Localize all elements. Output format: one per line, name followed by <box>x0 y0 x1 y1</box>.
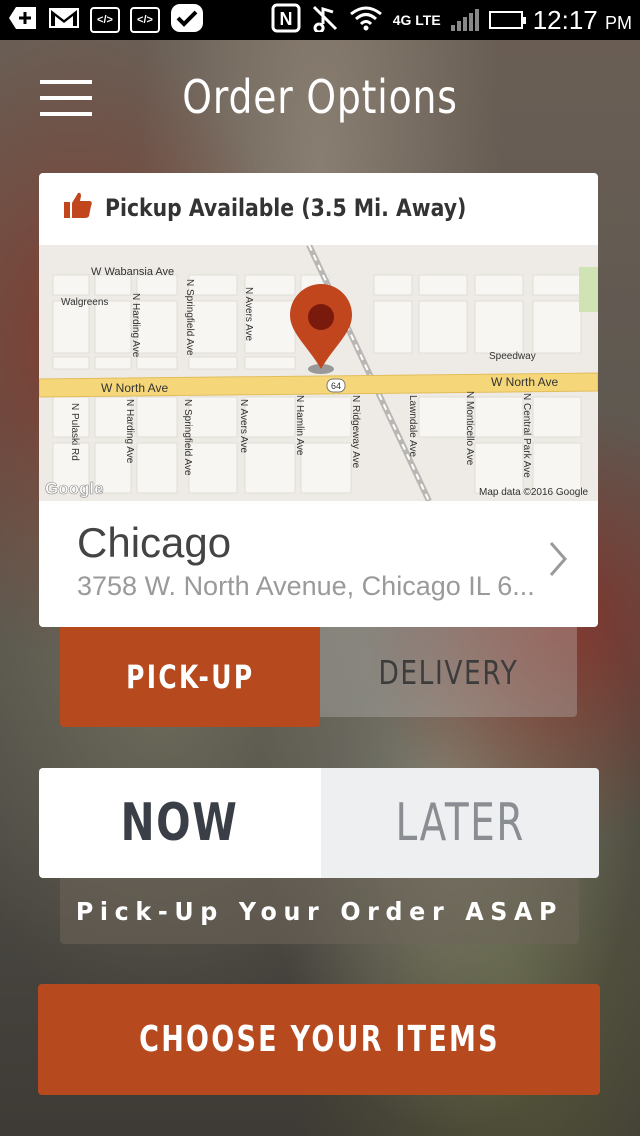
street-label: W North Ave <box>491 375 558 389</box>
street-label: N Hamlin Ave <box>294 395 305 456</box>
street-label: N Central Park Ave <box>521 393 532 478</box>
order-type-toggle: PICK-UP DELIVERY <box>60 627 577 727</box>
availability-text: Pickup Available (3.5 Mi. Away) <box>105 193 467 222</box>
page-title: Order Options <box>182 70 458 124</box>
now-tab[interactable]: NOW <box>39 768 321 878</box>
delivery-tab[interactable]: DELIVERY <box>320 627 577 717</box>
clock: 12:17 PM <box>533 5 632 36</box>
svg-text:N: N <box>279 9 292 29</box>
chevron-right-icon <box>548 541 568 582</box>
choose-items-label: CHOOSE YOUR ITEMS <box>138 1019 500 1060</box>
poi-label: Speedway <box>489 351 536 362</box>
location-address: 3758 W. North Avenue, Chicago IL 6... <box>77 571 535 601</box>
route-shield-number: 64 <box>331 381 341 391</box>
add-icon <box>8 5 38 36</box>
poi-label: Walgreens <box>61 297 108 308</box>
thumbs-up-icon <box>63 191 93 224</box>
street-label: N Harding Ave <box>130 293 141 358</box>
street-label: N Springfield Ave <box>184 279 195 356</box>
timing-toggle: NOW LATER <box>39 768 599 878</box>
pickup-tab-label: PICK-UP <box>125 658 255 696</box>
timing-caption: Pick-Up Your Order ASAP <box>60 878 579 944</box>
delivery-tab-label: DELIVERY <box>378 652 519 692</box>
later-tab[interactable]: LATER <box>321 768 599 878</box>
map-attribution: Map data ©2016 Google <box>479 487 589 498</box>
clock-ampm: PM <box>605 12 632 33</box>
now-tab-label: NOW <box>121 793 239 853</box>
code-icon: </> <box>130 7 160 33</box>
mute-icon <box>311 4 339 37</box>
street-label: N Avers Ave <box>238 399 249 454</box>
pickup-card: Pickup Available (3.5 Mi. Away) W Wabans… <box>39 173 598 627</box>
signal-icon <box>450 9 479 31</box>
location-selector[interactable]: Chicago 3758 W. North Avenue, Chicago IL… <box>39 501 598 627</box>
street-label: W North Ave <box>101 381 168 395</box>
choose-items-button[interactable]: CHOOSE YOUR ITEMS <box>38 984 600 1095</box>
street-label: N Springfield Ave <box>182 399 193 476</box>
app-header: Order Options <box>0 40 640 158</box>
code-icon: </> <box>90 7 120 33</box>
street-label: N Harding Ave <box>124 399 135 464</box>
street-label: Lawndale Ave <box>407 395 418 458</box>
wifi-icon <box>349 5 383 36</box>
street-label: N Pulaski Rd <box>69 403 80 461</box>
location-map[interactable]: W Wabansia Ave W North Ave W North Ave W… <box>39 245 598 501</box>
street-label: N Ridgeway Ave <box>350 395 361 469</box>
nfc-icon: N <box>271 3 301 38</box>
street-label: N Avers Ave <box>243 287 254 342</box>
4g-lte-icon: 4G LTE <box>392 12 441 28</box>
battery-icon <box>488 11 526 29</box>
pickup-availability: Pickup Available (3.5 Mi. Away) <box>63 191 530 224</box>
status-bar: </> </> N 4G LTE 12:17 PM <box>0 0 640 40</box>
later-tab-label: LATER <box>395 793 525 853</box>
street-label: W Wabansia Ave <box>91 266 174 278</box>
clock-time: 12:17 <box>532 4 598 35</box>
google-logo: Google <box>45 479 104 498</box>
street-label: N Monticello Ave <box>464 391 475 466</box>
location-name: Chicago <box>77 519 232 566</box>
pickup-tab[interactable]: PICK-UP <box>60 627 320 727</box>
gmail-icon <box>48 6 80 35</box>
checkmark-icon <box>170 3 204 38</box>
timing-caption-text: Pick-Up Your Order ASAP <box>75 896 564 926</box>
